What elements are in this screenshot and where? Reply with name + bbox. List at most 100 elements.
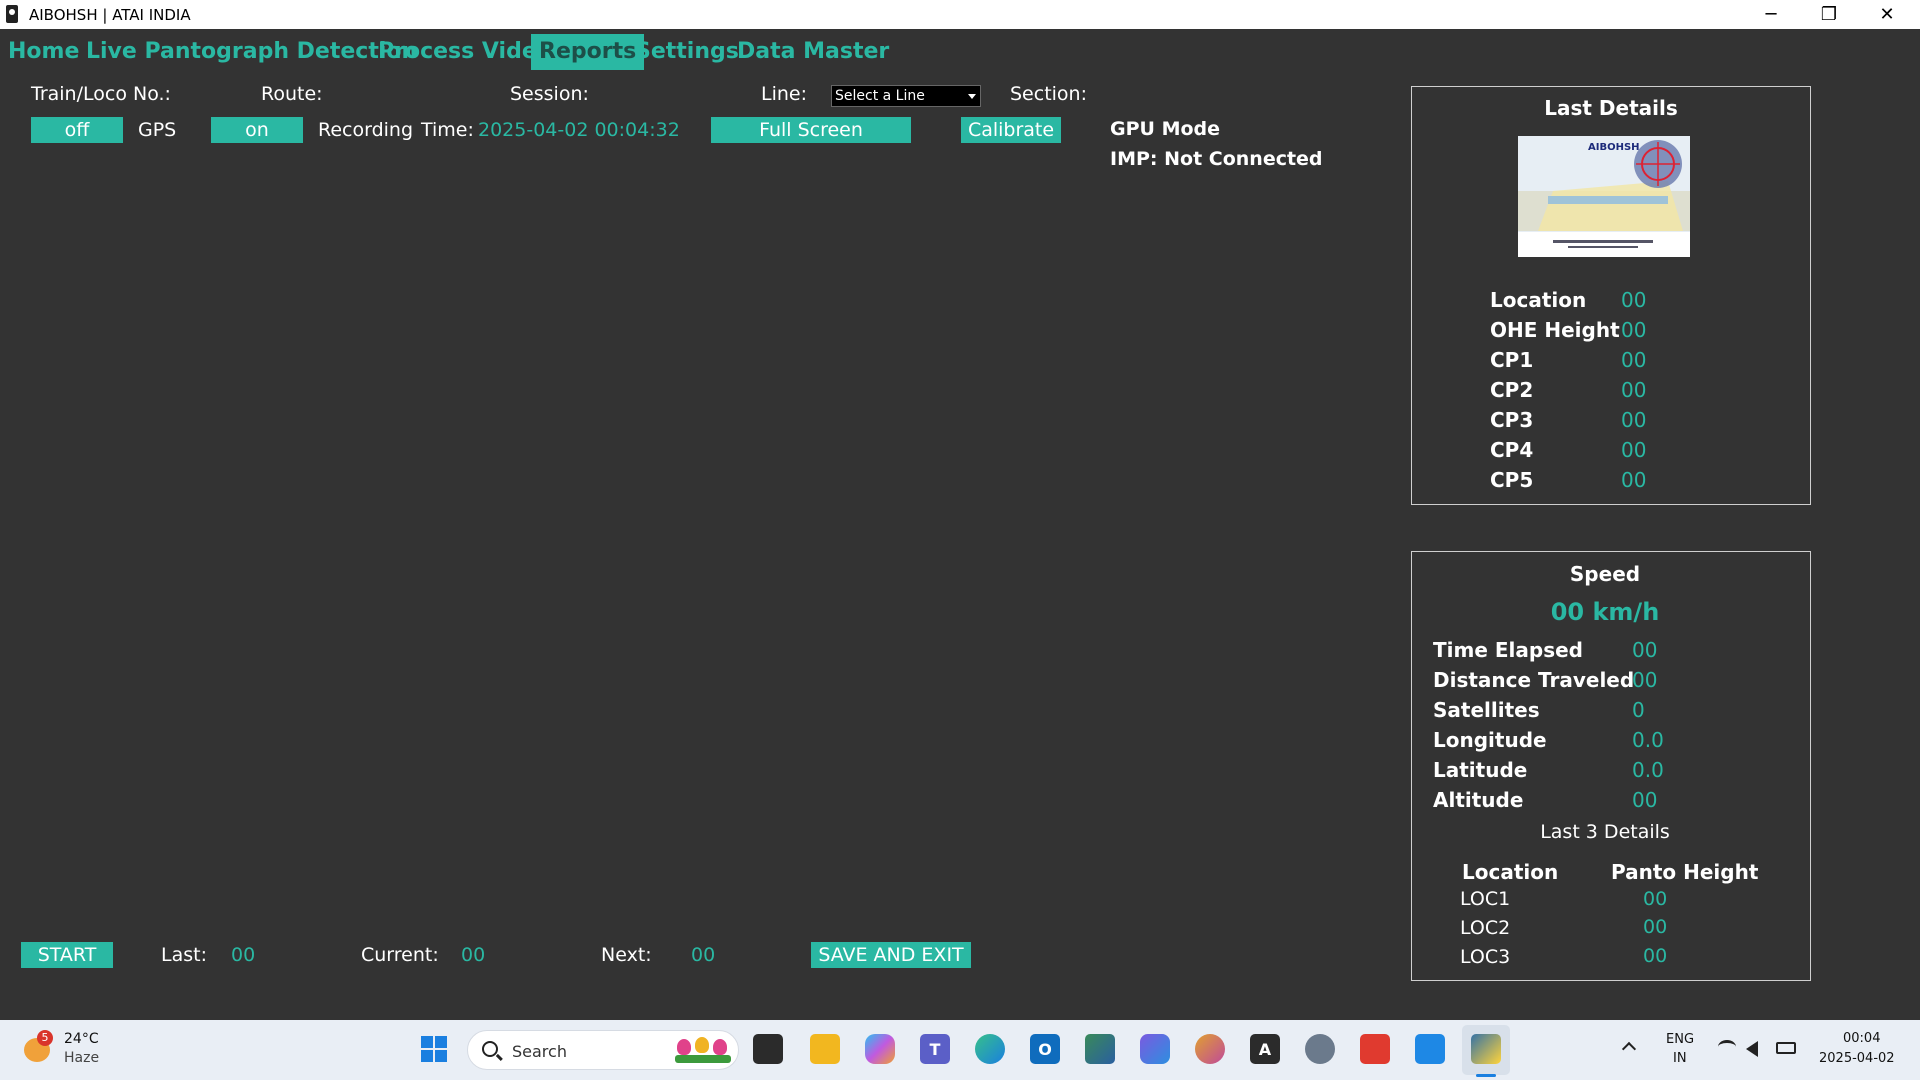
gps-label: GPS [138,119,177,141]
time-elapsed-value: 00 [1632,638,1658,662]
loc3-label: LOC3 [1460,946,1511,968]
battery-icon[interactable] [1776,1042,1796,1054]
taskbar: 5 24°C Haze Search T O A ENG IN 00:04 20… [0,1020,1920,1080]
close-button[interactable]: ✕ [1858,0,1916,29]
edge-icon[interactable] [975,1034,1005,1064]
wifi-icon[interactable] [1718,1040,1736,1054]
last3-title: Last 3 Details [1540,821,1670,843]
settings-icon[interactable] [1305,1034,1335,1064]
cp4-value: 00 [1621,438,1647,462]
teams-icon[interactable]: T [920,1034,950,1064]
cp1-value: 00 [1621,348,1647,372]
clock-time[interactable]: 00:04 [1843,1031,1880,1046]
recording-toggle-button[interactable]: on [211,117,303,143]
weather-desc: Haze [64,1050,100,1066]
cp2-label: CP2 [1490,378,1534,402]
photos-icon[interactable] [1085,1034,1115,1064]
current-value: 00 [461,944,486,966]
font-app-icon[interactable]: A [1250,1034,1280,1064]
language-top[interactable]: ENG [1666,1032,1694,1047]
python-active-indicator [1476,1074,1496,1077]
cp1-label: CP1 [1490,348,1534,372]
tulips-icon [675,1037,731,1065]
speed-value: 00 km/h [1550,598,1660,626]
search-placeholder: Search [512,1042,567,1061]
ohe-height-label: OHE Height [1490,318,1620,342]
anydesk-icon[interactable] [1360,1034,1390,1064]
session-label: Session: [510,83,589,105]
logo-text: AIBOHSH [1588,142,1640,153]
minimize-button[interactable]: ─ [1742,0,1800,29]
current-label: Current: [361,944,439,966]
window-title: AIBOHSH | ATAI INDIA [29,6,191,24]
last-label: Last: [161,944,207,966]
next-value: 00 [691,944,716,966]
time-elapsed-label: Time Elapsed [1433,638,1583,662]
line-select[interactable]: Select a Line [831,85,981,107]
language-bottom: IN [1673,1051,1687,1066]
chevron-up-icon[interactable] [1621,1041,1637,1057]
loc3-height: 00 [1643,945,1668,967]
loc1-label: LOC1 [1460,888,1511,910]
cp4-label: CP4 [1490,438,1534,462]
latitude-value: 0.0 [1632,758,1664,782]
next-label: Next: [601,944,652,966]
start-icon[interactable] [419,1034,449,1064]
clock-date[interactable]: 2025-04-02 [1819,1051,1895,1066]
time-label: Time: [421,119,474,141]
cp5-label: CP5 [1490,468,1534,492]
imp-status: IMP: Not Connected [1110,148,1323,170]
line-select-value: Select a Line [835,88,925,104]
task-view-icon[interactable] [753,1034,783,1064]
weather-temp: 24°C [64,1031,99,1047]
menu-home[interactable]: Home [0,34,87,70]
outlook-icon[interactable]: O [1030,1034,1060,1064]
route-label: Route: [261,83,323,105]
loc2-height: 00 [1643,916,1668,938]
distance-traveled-label: Distance Traveled [1433,668,1635,692]
vscode-icon[interactable] [1415,1034,1445,1064]
maximize-button[interactable]: ❐ [1800,0,1858,29]
gps-toggle-button[interactable]: off [31,117,123,143]
full-screen-button[interactable]: Full Screen [711,117,911,143]
satellites-label: Satellites [1433,698,1540,722]
time-value: 2025-04-02 00:04:32 [478,119,680,141]
distance-traveled-value: 00 [1632,668,1658,692]
menu-data-master[interactable]: Data Master [729,34,897,70]
train-loco-label: Train/Loco No.: [31,83,171,105]
weather-badge: 5 [37,1030,53,1046]
longitude-value: 0.0 [1632,728,1664,752]
chrome-canary-icon[interactable] [1195,1034,1225,1064]
location-value: 00 [1621,288,1647,312]
title-bar: AIBOHSH | ATAI INDIA ─ ❐ ✕ [0,0,1920,29]
taskbar-search-box[interactable]: Search [467,1030,739,1070]
volume-icon[interactable] [1746,1041,1758,1057]
calibrate-button[interactable]: Calibrate [961,117,1061,143]
start-button[interactable]: START [21,942,113,968]
section-label: Section: [1010,83,1087,105]
cp5-value: 00 [1621,468,1647,492]
last-value: 00 [231,944,256,966]
gpu-mode-status: GPU Mode [1110,118,1221,140]
satellites-value: 0 [1632,698,1645,722]
last3-location-header: Location [1462,860,1559,884]
company-logo-image: AIBOHSH [1518,136,1690,257]
python-icon[interactable] [1471,1034,1501,1064]
longitude-label: Longitude [1433,728,1547,752]
train-logo-graphic: AIBOHSH [1518,136,1690,257]
latitude-label: Latitude [1433,758,1528,782]
chevron-down-icon [968,94,976,99]
copilot-icon[interactable] [865,1034,895,1064]
loc1-height: 00 [1643,888,1668,910]
save-and-exit-button[interactable]: SAVE AND EXIT [811,942,971,968]
line-label: Line: [761,83,807,105]
loc2-label: LOC2 [1460,917,1511,939]
location-label: Location [1490,288,1587,312]
app-hub-icon[interactable] [1140,1034,1170,1064]
file-explorer-icon[interactable] [810,1034,840,1064]
weather-widget[interactable]: 5 24°C Haze [20,1028,110,1072]
last3-panto-height-header: Panto Height [1611,860,1759,884]
cp3-label: CP3 [1490,408,1534,432]
last-details-panel: Last Details AIBOHSH Location 00 OHE Hei… [1411,86,1811,505]
app-icon [6,5,18,23]
